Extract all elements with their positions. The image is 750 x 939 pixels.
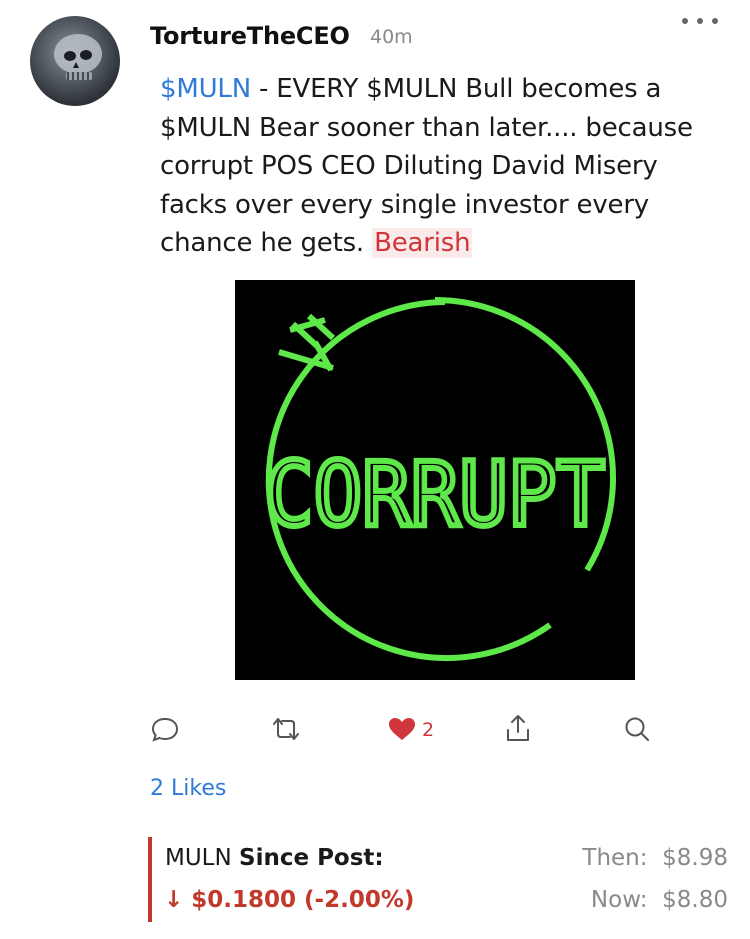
now-price: Now: $8.80 <box>590 887 728 913</box>
share-icon[interactable] <box>503 712 533 746</box>
more-options-icon[interactable] <box>682 10 720 30</box>
post-body: $MULN - EVERY $MULN Bull becomes a $MULN… <box>160 70 720 263</box>
ticker-link[interactable]: $MULN <box>160 74 251 104</box>
quote-symbol[interactable]: MULN <box>165 845 232 871</box>
like-count: 2 <box>422 719 435 741</box>
then-price: Then: $8.98 <box>582 845 728 871</box>
skull-icon <box>54 34 102 80</box>
comment-icon[interactable] <box>150 712 180 746</box>
reshare-icon[interactable] <box>268 712 304 746</box>
sentiment-badge: Bearish <box>372 228 473 258</box>
post-image[interactable]: CORRUPT <box>235 280 635 680</box>
avatar[interactable] <box>30 16 120 106</box>
quote-symbol-line: MULN Since Post: <box>165 845 384 871</box>
corrupt-word: CORRUPT <box>265 443 605 546</box>
price-change: ↓ $0.1800 (-2.00%) <box>164 887 415 913</box>
post-timestamp: 40m <box>370 26 413 48</box>
since-post-label: Since Post: <box>239 845 384 871</box>
username[interactable]: TortureTheCEO <box>150 22 350 50</box>
likes-link[interactable]: 2 Likes <box>150 776 226 801</box>
corrupt-logo-image: CORRUPT <box>262 297 617 661</box>
quote-indicator-bar <box>148 837 152 922</box>
heart-icon[interactable] <box>385 712 419 746</box>
search-icon[interactable] <box>622 712 652 746</box>
